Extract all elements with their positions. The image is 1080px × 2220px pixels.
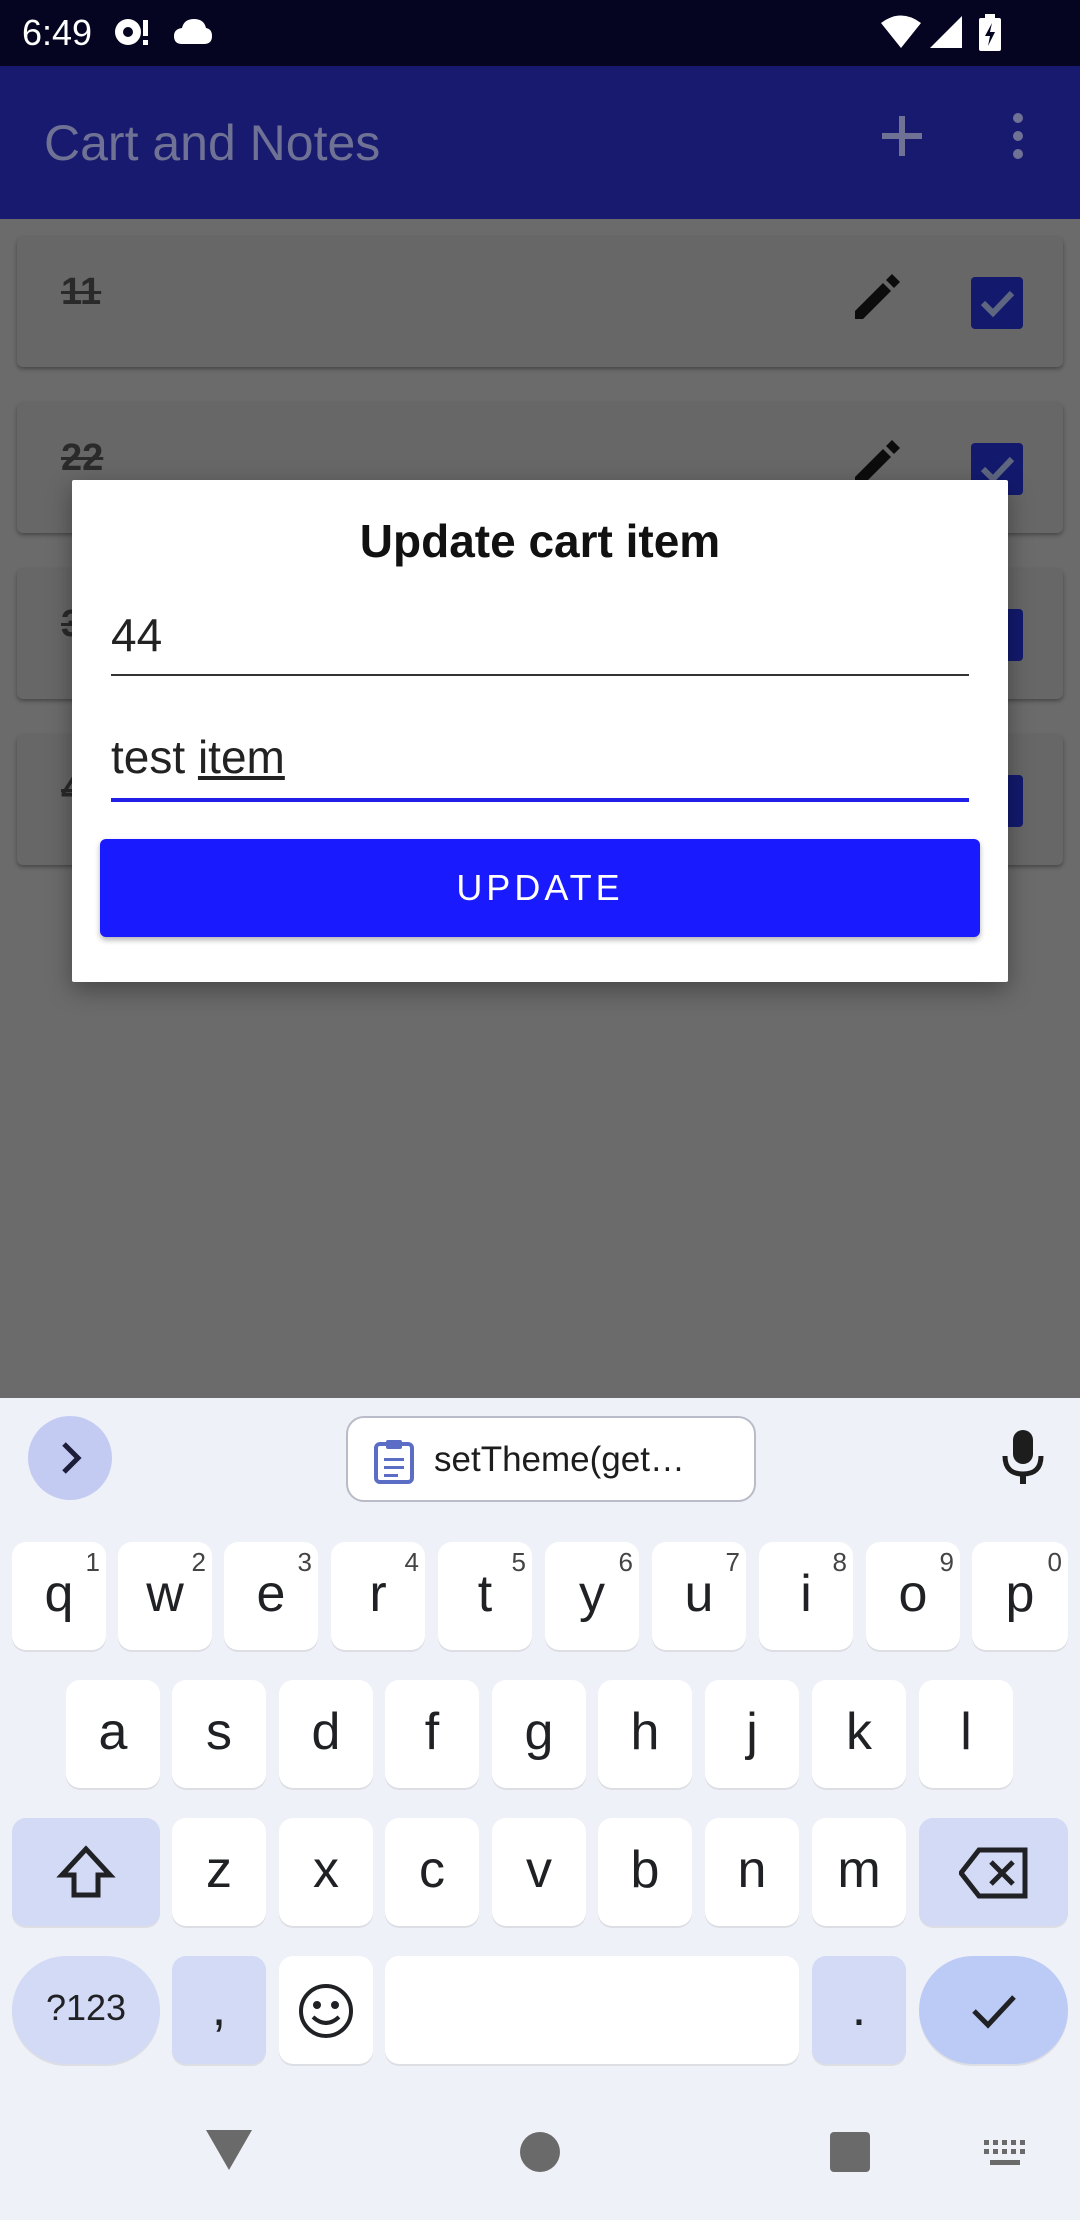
notification-icon — [112, 14, 152, 55]
key-q[interactable]: q1 — [12, 1542, 106, 1650]
clipboard-icon — [374, 1440, 414, 1484]
key-n[interactable]: n — [705, 1818, 799, 1926]
key-u[interactable]: u7 — [652, 1542, 746, 1650]
checkmark-icon — [971, 1995, 1016, 2029]
key-s[interactable]: s — [172, 1680, 266, 1788]
checkbox[interactable] — [971, 277, 1023, 329]
expand-toolbar-button[interactable] — [28, 1416, 112, 1500]
wifi-icon — [880, 14, 922, 55]
backspace-icon — [957, 1847, 1027, 1899]
period-key[interactable]: . — [812, 1956, 906, 2064]
key-r[interactable]: r4 — [331, 1542, 425, 1650]
keyboard-toolbar: setTheme(get… — [0, 1398, 1080, 1538]
key-z[interactable]: z — [172, 1818, 266, 1926]
key-x[interactable]: x — [279, 1818, 373, 1926]
dialog-title: Update cart item — [359, 515, 721, 567]
list-item[interactable]: 11 — [17, 237, 1063, 367]
signal-icon — [928, 14, 964, 55]
key-t[interactable]: t5 — [438, 1542, 532, 1650]
clipboard-suggestion[interactable]: setTheme(get… — [346, 1416, 756, 1502]
key-l[interactable]: l — [919, 1680, 1013, 1788]
item-name-field[interactable]: test item — [111, 730, 969, 802]
item-text: 11 — [61, 271, 102, 313]
symbols-key[interactable]: ?123 — [12, 1956, 160, 2064]
key-c[interactable]: c — [385, 1818, 479, 1926]
key-m[interactable]: m — [812, 1818, 906, 1926]
quantity-value: 44 — [111, 609, 163, 661]
status-time: 6:49 — [22, 12, 93, 53]
key-p[interactable]: p0 — [972, 1542, 1068, 1650]
key-g[interactable]: g — [492, 1680, 586, 1788]
emoji-key[interactable] — [279, 1956, 373, 2064]
key-a[interactable]: a — [66, 1680, 160, 1788]
quantity-field[interactable]: 44 — [111, 608, 969, 676]
status-bar: 6:49 — [0, 0, 1080, 66]
edit-icon[interactable] — [847, 267, 907, 332]
enter-key[interactable] — [919, 1956, 1068, 2064]
key-f[interactable]: f — [385, 1680, 479, 1788]
update-cart-item-dialog: Update cart item 44 test item UPDATE — [72, 480, 1008, 982]
home-icon[interactable] — [518, 2130, 562, 2179]
key-v[interactable]: v — [492, 1818, 586, 1926]
key-h[interactable]: h — [598, 1680, 692, 1788]
key-e[interactable]: e3 — [224, 1542, 318, 1650]
navigation-bar — [0, 2070, 1080, 2220]
recents-icon[interactable] — [828, 2130, 872, 2179]
key-i[interactable]: i8 — [759, 1542, 853, 1650]
comma-key[interactable]: , — [172, 1956, 266, 2064]
space-key[interactable] — [385, 1956, 799, 2064]
cloud-icon — [172, 14, 214, 55]
item-text: 22 — [61, 437, 104, 479]
key-w[interactable]: w2 — [118, 1542, 212, 1650]
shift-key[interactable] — [12, 1818, 160, 1926]
back-icon[interactable] — [204, 2128, 254, 2177]
add-icon[interactable] — [876, 110, 928, 167]
backspace-key[interactable] — [919, 1818, 1068, 1926]
key-j[interactable]: j — [705, 1680, 799, 1788]
item-name-value: test — [111, 731, 198, 783]
composing-text: item — [197, 731, 285, 783]
keyboard-switch-icon[interactable] — [982, 2138, 1028, 2173]
clipboard-text: setTheme(get… — [434, 1440, 685, 1479]
emoji-icon — [299, 1984, 353, 2039]
app-bar: Cart and Notes — [0, 66, 1080, 219]
key-d[interactable]: d — [279, 1680, 373, 1788]
chevron-right-icon — [62, 1442, 82, 1474]
more-options-icon[interactable] — [1000, 110, 1036, 167]
microphone-icon[interactable] — [1000, 1428, 1046, 1493]
shift-icon — [56, 1845, 116, 1898]
key-y[interactable]: y6 — [545, 1542, 639, 1650]
key-b[interactable]: b — [598, 1818, 692, 1926]
update-button[interactable]: UPDATE — [100, 839, 980, 937]
key-o[interactable]: o9 — [866, 1542, 960, 1650]
battery-icon — [978, 14, 1002, 57]
key-k[interactable]: k — [812, 1680, 906, 1788]
app-title: Cart and Notes — [44, 115, 381, 171]
